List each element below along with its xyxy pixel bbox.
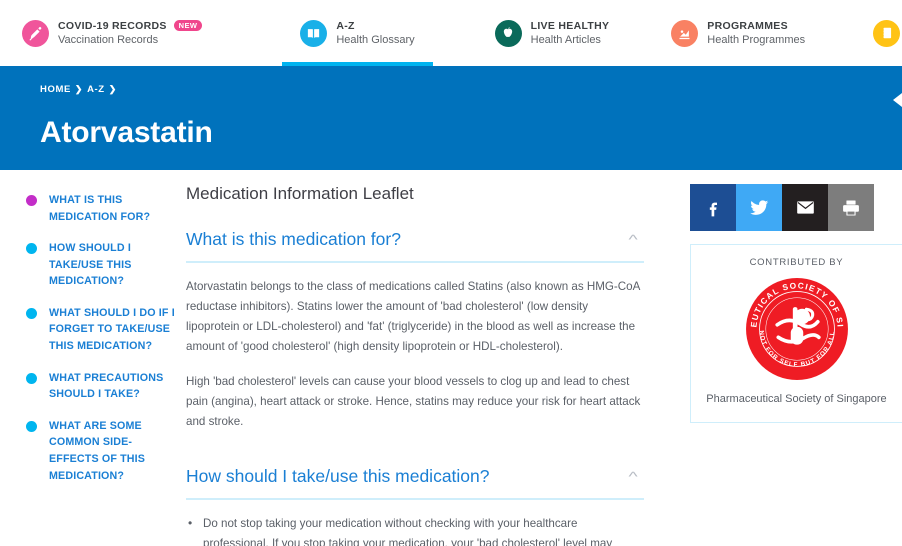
accordion-how-should-i-take-use-this-medication: How should I take/use this medication? ^… (186, 466, 644, 546)
chevron-up-icon[interactable]: ^ (628, 233, 637, 246)
main-content: Medication Information Leaflet What is t… (178, 184, 690, 546)
facebook-share-button[interactable] (690, 184, 736, 231)
bullet-icon (26, 195, 37, 206)
sidebar-item-common-side-effects[interactable]: WHAT ARE SOME COMMON SIDE-EFFECTS OF THI… (26, 418, 178, 484)
accordion-header[interactable]: What is this medication for? ^ (186, 229, 644, 263)
breadcrumb-item-a-z[interactable]: A-Z (87, 84, 105, 95)
nav-title-label: COVID-19 RECORDS (58, 19, 167, 32)
print-button[interactable] (828, 184, 874, 231)
contributed-by-box: CONTRIBUTED BY PHARMACEUTICAL SOCIETY OF… (690, 244, 902, 423)
pharmaceutical-society-of-singapore-logo: PHARMACEUTICAL SOCIETY OF SINGAPORE NOT … (745, 277, 848, 380)
accordion-title: What is this medication for? (186, 229, 401, 249)
sidebar-item-how-should-i-take-use-this-medication[interactable]: HOW SHOULD I TAKE/USE THIS MEDICATION? (26, 240, 178, 290)
breadcrumb: HOME ❯ A-Z ❯ (40, 84, 902, 95)
nav-subtitle-label: Health Articles (530, 33, 601, 46)
accordion-title: How should I take/use this medication? (186, 465, 490, 486)
nav-item-live-healthy[interactable]: LIVE HEALTHY Health Articles (494, 0, 610, 66)
twitter-share-button[interactable] (736, 184, 782, 231)
nav-item-directory[interactable]: DIRECTORY Health Facilities (873, 0, 902, 66)
share-button-row (690, 184, 902, 231)
bullet-icon (26, 243, 37, 255)
list-item: Do not stop taking your medication witho… (186, 513, 644, 546)
bullet-icon (26, 420, 37, 432)
sidebar-item-label: WHAT ARE SOME COMMON SIDE-EFFECTS OF THI… (49, 419, 146, 482)
chevron-up-icon[interactable]: ^ (628, 470, 637, 483)
paragraph: High 'bad cholesterol' levels can cause … (186, 374, 641, 428)
nav-title-label: PROGRAMMES (707, 19, 788, 32)
bullet-icon (26, 372, 37, 384)
twitter-icon (749, 200, 768, 215)
page-banner: HOME ❯ A-Z ❯ Atorvastatin (0, 66, 902, 170)
envelope-icon (796, 201, 814, 214)
nav-item-covid-19-records[interactable]: COVID-19 RECORDS NEW Vaccination Records (22, 0, 203, 66)
top-navigation: COVID-19 RECORDS NEW Vaccination Records… (0, 0, 902, 66)
right-rail: CONTRIBUTED BY PHARMACEUTICAL SOCIETY OF… (690, 184, 902, 546)
nav-item-a-z[interactable]: A-Z Health Glossary (282, 0, 433, 66)
section-nav-sidebar: WHAT IS THIS MEDICATION FOR? HOW SHOULD … (0, 184, 178, 546)
new-badge: NEW (173, 19, 203, 32)
banner-notch (893, 93, 902, 107)
bullet-icon (26, 307, 37, 319)
book-icon (300, 19, 328, 47)
directory-icon (873, 19, 901, 47)
page-title: Atorvastatin (40, 116, 213, 149)
nav-subtitle-label: Health Glossary (336, 33, 415, 46)
breadcrumb-item-home[interactable]: HOME (40, 84, 71, 95)
sidebar-item-what-is-this-medication-for[interactable]: WHAT IS THIS MEDICATION FOR? (26, 192, 178, 225)
programmes-icon (671, 19, 699, 47)
contributed-by-label: CONTRIBUTED BY (749, 257, 844, 268)
apple-icon (494, 19, 522, 47)
page-body: WHAT IS THIS MEDICATION FOR? HOW SHOULD … (0, 170, 902, 546)
sidebar-item-what-should-i-do-if-i-forget[interactable]: WHAT SHOULD I DO IF I FORGET TO TAKE/USE… (26, 305, 178, 355)
nav-subtitle-label: Health Programmes (707, 33, 806, 46)
nav-item-programmes[interactable]: PROGRAMMES Health Programmes (671, 0, 805, 66)
sidebar-item-label: WHAT SHOULD I DO IF I FORGET TO TAKE/USE… (49, 306, 175, 353)
syringe-icon (22, 19, 49, 47)
nav-title-label: LIVE HEALTHY (530, 19, 610, 32)
bullet-list: Do not stop taking your medication witho… (186, 513, 644, 546)
accordion-body: Atorvastatin belongs to the class of med… (186, 263, 644, 432)
email-share-button[interactable] (782, 184, 828, 231)
sidebar-item-label: WHAT PRECAUTIONS SHOULD I TAKE? (49, 371, 164, 401)
leaflet-heading: Medication Information Leaflet (186, 184, 414, 203)
nav-subtitle-label: Vaccination Records (58, 33, 159, 46)
printer-icon (843, 200, 859, 215)
accordion-what-is-this-medication-for: What is this medication for? ^ Atorvasta… (186, 229, 644, 432)
breadcrumb-separator: ❯ (108, 84, 117, 94)
sidebar-item-label: WHAT IS THIS MEDICATION FOR? (49, 194, 151, 223)
contributor-name: Pharmaceutical Society of Singapore (706, 393, 887, 405)
facebook-icon (709, 202, 717, 216)
nav-title-label: A-Z (336, 19, 355, 32)
sidebar-item-what-precautions-should-i-take[interactable]: WHAT PRECAUTIONS SHOULD I TAKE? (26, 370, 178, 403)
accordion-header[interactable]: How should I take/use this medication? ^ (186, 466, 644, 500)
sidebar-item-label: HOW SHOULD I TAKE/USE THIS MEDICATION? (49, 242, 132, 288)
paragraph: Atorvastatin belongs to the class of med… (186, 280, 640, 353)
accordion-body: Do not stop taking your medication witho… (186, 500, 644, 546)
breadcrumb-separator: ❯ (74, 84, 84, 94)
